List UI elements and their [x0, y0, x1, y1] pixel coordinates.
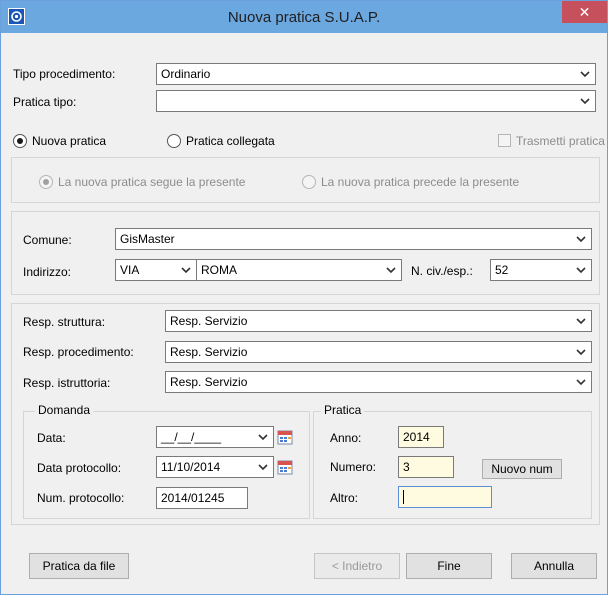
resp-struttura-value: Resp. Servizio: [170, 314, 248, 328]
data-protocollo-value: 11/10/2014: [161, 460, 221, 474]
trasmetti-pratica-label: Trasmetti pratica: [516, 134, 605, 148]
street-select[interactable]: ROMA: [196, 259, 402, 281]
data-value: __/__/____: [161, 430, 222, 444]
via-type-value: VIA: [120, 263, 140, 277]
location-group: [11, 211, 600, 295]
cancel-button[interactable]: Annulla: [511, 553, 597, 579]
altro-label: Altro:: [330, 491, 359, 505]
chevron-down-icon: [180, 263, 192, 277]
trasmetti-pratica-checkbox[interactable]: [498, 134, 511, 147]
nuovo-num-button[interactable]: Nuovo num: [482, 459, 562, 479]
chevron-down-icon: [575, 232, 587, 246]
chevron-down-icon: [385, 263, 397, 277]
finish-button[interactable]: Fine: [406, 553, 492, 579]
comune-select[interactable]: GisMaster: [115, 228, 592, 250]
data-field[interactable]: __/__/____: [156, 426, 274, 448]
chevron-down-icon: [257, 430, 269, 444]
pratica-da-file-button[interactable]: Pratica da file: [29, 553, 129, 579]
civico-label: N. civ./esp.:: [411, 264, 473, 278]
calendar-icon[interactable]: [277, 459, 293, 475]
domanda-title: Domanda: [35, 403, 94, 417]
numero-field[interactable]: 3: [398, 456, 454, 478]
precede-radio[interactable]: [302, 175, 316, 189]
resp-procedimento-value: Resp. Servizio: [170, 345, 248, 359]
data-protocollo-field[interactable]: 11/10/2014: [156, 456, 274, 478]
anno-value: 2014: [403, 430, 430, 444]
chevron-down-icon: [575, 345, 587, 359]
civico-value: 52: [495, 263, 509, 277]
resp-istruttoria-value: Resp. Servizio: [170, 375, 248, 389]
data-label: Data:: [37, 431, 66, 445]
resp-istruttoria-label: Resp. istruttoria:: [23, 376, 111, 390]
chevron-down-icon: [257, 460, 269, 474]
tipo-procedimento-value: Ordinario: [161, 67, 211, 81]
window-title: Nuova pratica S.U.A.P.: [227, 9, 381, 26]
anno-field[interactable]: 2014: [398, 426, 444, 448]
resp-procedimento-select[interactable]: Resp. Servizio: [165, 341, 592, 363]
pratica-title: Pratica: [321, 403, 365, 417]
chevron-down-icon: [575, 375, 587, 389]
dialog-window: Nuova pratica S.U.A.P. ✕ Tipo procedimen…: [0, 0, 608, 595]
back-button[interactable]: < Indietro: [314, 553, 400, 579]
segue-label: La nuova pratica segue la presente: [58, 175, 246, 189]
text-caret: [403, 490, 404, 504]
tipo-procedimento-select[interactable]: Ordinario: [156, 63, 596, 85]
precede-label: La nuova pratica precede la presente: [321, 175, 520, 189]
civico-select[interactable]: 52: [490, 259, 592, 281]
anno-label: Anno:: [330, 431, 362, 445]
indirizzo-label: Indirizzo:: [23, 265, 72, 279]
calendar-icon[interactable]: [277, 429, 293, 445]
num-protocollo-field[interactable]: 2014/01245: [156, 487, 248, 509]
via-type-select[interactable]: VIA: [115, 259, 197, 281]
close-button[interactable]: ✕: [562, 1, 607, 23]
comune-value: GisMaster: [120, 232, 175, 246]
chevron-down-icon: [579, 94, 591, 108]
street-value: ROMA: [201, 263, 237, 277]
tipo-procedimento-label: Tipo procedimento:: [13, 67, 116, 81]
nuova-pratica-radio[interactable]: [13, 134, 27, 148]
pratica-tipo-select[interactable]: [156, 90, 596, 112]
data-protocollo-label: Data protocollo:: [37, 461, 122, 475]
chevron-down-icon: [575, 314, 587, 328]
pratica-collegata-label: Pratica collegata: [186, 134, 275, 148]
pratica-tipo-label: Pratica tipo:: [13, 95, 77, 109]
comune-label: Comune:: [23, 233, 72, 247]
segue-radio[interactable]: [39, 175, 53, 189]
title-bar[interactable]: Nuova pratica S.U.A.P. ✕: [1, 1, 607, 33]
numero-value: 3: [403, 460, 410, 474]
resp-struttura-select[interactable]: Resp. Servizio: [165, 310, 592, 332]
pratica-collegata-radio[interactable]: [167, 134, 181, 148]
resp-struttura-label: Resp. struttura:: [23, 315, 106, 329]
num-protocollo-label: Num. protocollo:: [37, 491, 125, 505]
num-protocollo-value: 2014/01245: [161, 491, 225, 505]
nuova-pratica-label: Nuova pratica: [32, 134, 107, 148]
numero-label: Numero:: [330, 460, 377, 474]
chevron-down-icon: [575, 263, 587, 277]
chevron-down-icon: [579, 67, 591, 81]
resp-procedimento-label: Resp. procedimento:: [23, 345, 134, 359]
resp-istruttoria-select[interactable]: Resp. Servizio: [165, 371, 592, 393]
altro-field[interactable]: [398, 486, 492, 508]
